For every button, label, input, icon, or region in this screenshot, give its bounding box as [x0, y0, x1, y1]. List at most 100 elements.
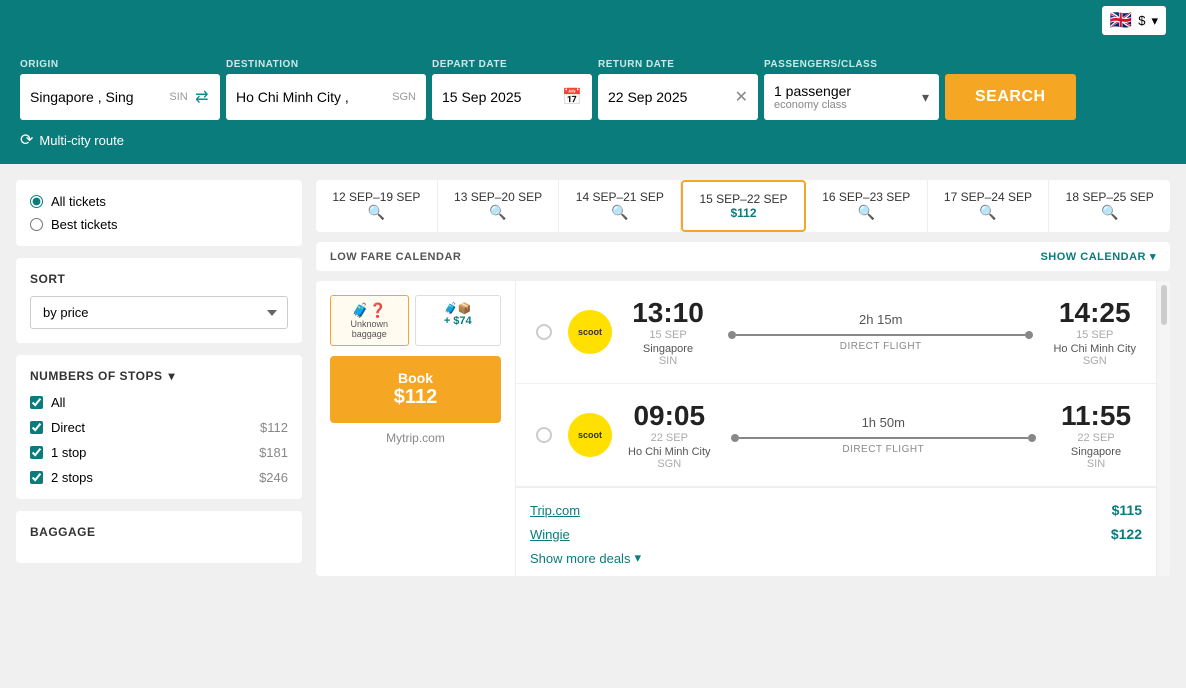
deals-section: Trip.com $115 Wingie $122 Show more deal… — [516, 487, 1156, 576]
show-more-deals[interactable]: Show more deals ▾ — [530, 550, 1142, 566]
show-more-chevron-icon: ▾ — [634, 550, 641, 566]
stops-header[interactable]: NUMBERS OF STOPS ▾ — [30, 369, 288, 383]
currency-selector[interactable]: 🇬🇧 $ ▾ — [1102, 6, 1166, 35]
date-tab-4-range: 16 SEP–23 SEP — [814, 190, 919, 204]
all-tickets-radio[interactable] — [30, 195, 43, 208]
stop-all[interactable]: All — [30, 395, 288, 410]
unknown-bag-label: Unknown baggage — [335, 319, 404, 339]
stop-2-price: $246 — [259, 470, 288, 485]
search-button[interactable]: SEARCH — [945, 74, 1076, 120]
book-button[interactable]: Book $112 — [330, 356, 501, 423]
passengers-value: 1 passenger — [774, 83, 916, 99]
arr-date-1: 22 SEP — [1056, 432, 1136, 444]
arr-date-num-0: 15 — [1076, 329, 1088, 341]
card-scrollbar[interactable] — [1156, 281, 1170, 576]
direct-label-0: DIRECT FLIGHT — [728, 341, 1033, 352]
baggage-opt-extra[interactable]: 🧳📦 + $74 — [415, 295, 502, 346]
low-fare-bar: LOW FARE CALENDAR SHOW CALENDAR ▾ — [316, 242, 1170, 271]
stop-all-checkbox[interactable] — [30, 396, 43, 409]
arr-city-1: Singapore — [1056, 446, 1136, 458]
segment-0-radio[interactable] — [536, 324, 552, 340]
passengers-input-wrapper[interactable]: 1 passenger economy class ▾ — [764, 74, 939, 120]
date-tab-1[interactable]: 13 SEP–20 SEP 🔍 — [438, 180, 560, 232]
date-tab-6[interactable]: 18 SEP–25 SEP 🔍 — [1049, 180, 1170, 232]
book-label: Book — [344, 370, 487, 386]
sort-label: SORT — [30, 272, 288, 286]
dep-date-num-0: 15 — [649, 329, 661, 341]
deal-row-1: Wingie $122 — [530, 522, 1142, 546]
search-header: ORIGIN SIN ⇄ DESTINATION SGN DEPART DATE… — [0, 41, 1186, 164]
dep-time-value-0: 13:10 — [628, 297, 708, 329]
clear-return-icon[interactable]: ✕ — [735, 87, 748, 107]
stop-1[interactable]: 1 stop $181 — [30, 445, 288, 460]
date-tab-3-price: $112 — [691, 206, 796, 220]
depart-label: DEPART DATE — [432, 59, 592, 70]
date-tab-4-search-icon[interactable]: 🔍 — [814, 204, 919, 221]
multi-city-route[interactable]: ⟳ Multi-city route — [20, 130, 1166, 150]
date-tab-2[interactable]: 14 SEP–21 SEP 🔍 — [559, 180, 681, 232]
return-input-wrapper[interactable]: ✕ — [598, 74, 758, 120]
stop-direct[interactable]: Direct $112 — [30, 420, 288, 435]
baggage-opt-unknown[interactable]: 🧳❓ Unknown baggage — [330, 295, 409, 346]
return-label: RETURN DATE — [598, 59, 758, 70]
stop-2-checkbox[interactable] — [30, 471, 43, 484]
topbar: 🇬🇧 $ ▾ — [0, 0, 1186, 41]
date-tab-5[interactable]: 17 SEP–24 SEP 🔍 — [928, 180, 1050, 232]
stop-all-label: All — [51, 395, 280, 410]
segment-1-radio[interactable] — [536, 427, 552, 443]
arr-time-value-0: 14:25 — [1053, 297, 1136, 329]
date-tab-5-search-icon[interactable]: 🔍 — [936, 204, 1041, 221]
dest-code: SGN — [392, 91, 416, 103]
date-tab-4[interactable]: 16 SEP–23 SEP 🔍 — [806, 180, 928, 232]
return-field-group: RETURN DATE ✕ — [598, 59, 758, 120]
calendar-icon[interactable]: 📅 — [562, 87, 582, 107]
booking-source: Mytrip.com — [386, 431, 445, 445]
stop-1-checkbox[interactable] — [30, 446, 43, 459]
main-content: All tickets Best tickets SORT by price N… — [0, 164, 1186, 602]
dest-input-wrapper[interactable]: SGN — [226, 74, 426, 120]
direct-label-1: DIRECT FLIGHT — [731, 444, 1036, 455]
stop-2[interactable]: 2 stops $246 — [30, 470, 288, 485]
date-tab-6-search-icon[interactable]: 🔍 — [1057, 204, 1162, 221]
all-tickets-option[interactable]: All tickets — [30, 194, 288, 209]
date-tab-1-search-icon[interactable]: 🔍 — [446, 204, 551, 221]
booking-section: 🧳❓ Unknown baggage 🧳📦 + $74 Book $112 — [316, 281, 516, 576]
depart-input-wrapper[interactable]: 📅 — [432, 74, 592, 120]
origin-input-wrapper[interactable]: SIN ⇄ — [20, 74, 220, 120]
deal-source-1[interactable]: Wingie — [530, 527, 570, 542]
sort-select[interactable]: by price — [30, 296, 288, 329]
date-tab-0[interactable]: 12 SEP–19 SEP 🔍 — [316, 180, 438, 232]
stops-chevron-icon: ▾ — [168, 369, 175, 383]
flight-segment-1: scoot 09:05 22 SEP Ho Chi Minh City SGN — [516, 384, 1156, 487]
unknown-bag-icon: 🧳❓ — [335, 302, 404, 319]
class-value: economy class — [774, 99, 916, 111]
swap-icon[interactable]: ⇄ — [194, 86, 210, 108]
arr-code-1: SIN — [1056, 458, 1136, 470]
flight-line-1 — [731, 434, 1036, 442]
origin-input[interactable] — [30, 89, 163, 105]
multi-city-label: Multi-city route — [39, 133, 124, 148]
best-tickets-radio[interactable] — [30, 218, 43, 231]
dep-month-0: SEP — [665, 329, 687, 341]
currency-symbol: $ — [1138, 13, 1145, 28]
date-tab-3[interactable]: 15 SEP–22 SEP $112 — [681, 180, 806, 232]
best-tickets-option[interactable]: Best tickets — [30, 217, 288, 232]
depart-input[interactable] — [442, 89, 552, 105]
dep-date-1: 22 SEP — [628, 432, 711, 444]
flight-card: 🧳❓ Unknown baggage 🧳📦 + $74 Book $112 — [316, 281, 1170, 576]
passengers-chevron-icon[interactable]: ▾ — [922, 89, 929, 106]
flight-segment-0: scoot 13:10 15 SEP Singapore SIN — [516, 281, 1156, 384]
line-dot-end-0 — [1025, 331, 1033, 339]
deal-price-0: $115 — [1112, 502, 1142, 518]
show-calendar-label: SHOW CALENDAR — [1040, 251, 1146, 263]
date-tab-0-search-icon[interactable]: 🔍 — [324, 204, 429, 221]
date-tab-2-search-icon[interactable]: 🔍 — [567, 204, 672, 221]
stop-direct-checkbox[interactable] — [30, 421, 43, 434]
return-input[interactable] — [608, 89, 729, 105]
dest-input[interactable] — [236, 89, 386, 105]
low-fare-label: LOW FARE CALENDAR — [330, 251, 461, 263]
deal-source-0[interactable]: Trip.com — [530, 503, 580, 518]
passengers-field-group: PASSENGERS/CLASS 1 passenger economy cla… — [764, 59, 939, 120]
stop-direct-price: $112 — [260, 420, 288, 435]
show-calendar-button[interactable]: SHOW CALENDAR ▾ — [1040, 250, 1156, 263]
